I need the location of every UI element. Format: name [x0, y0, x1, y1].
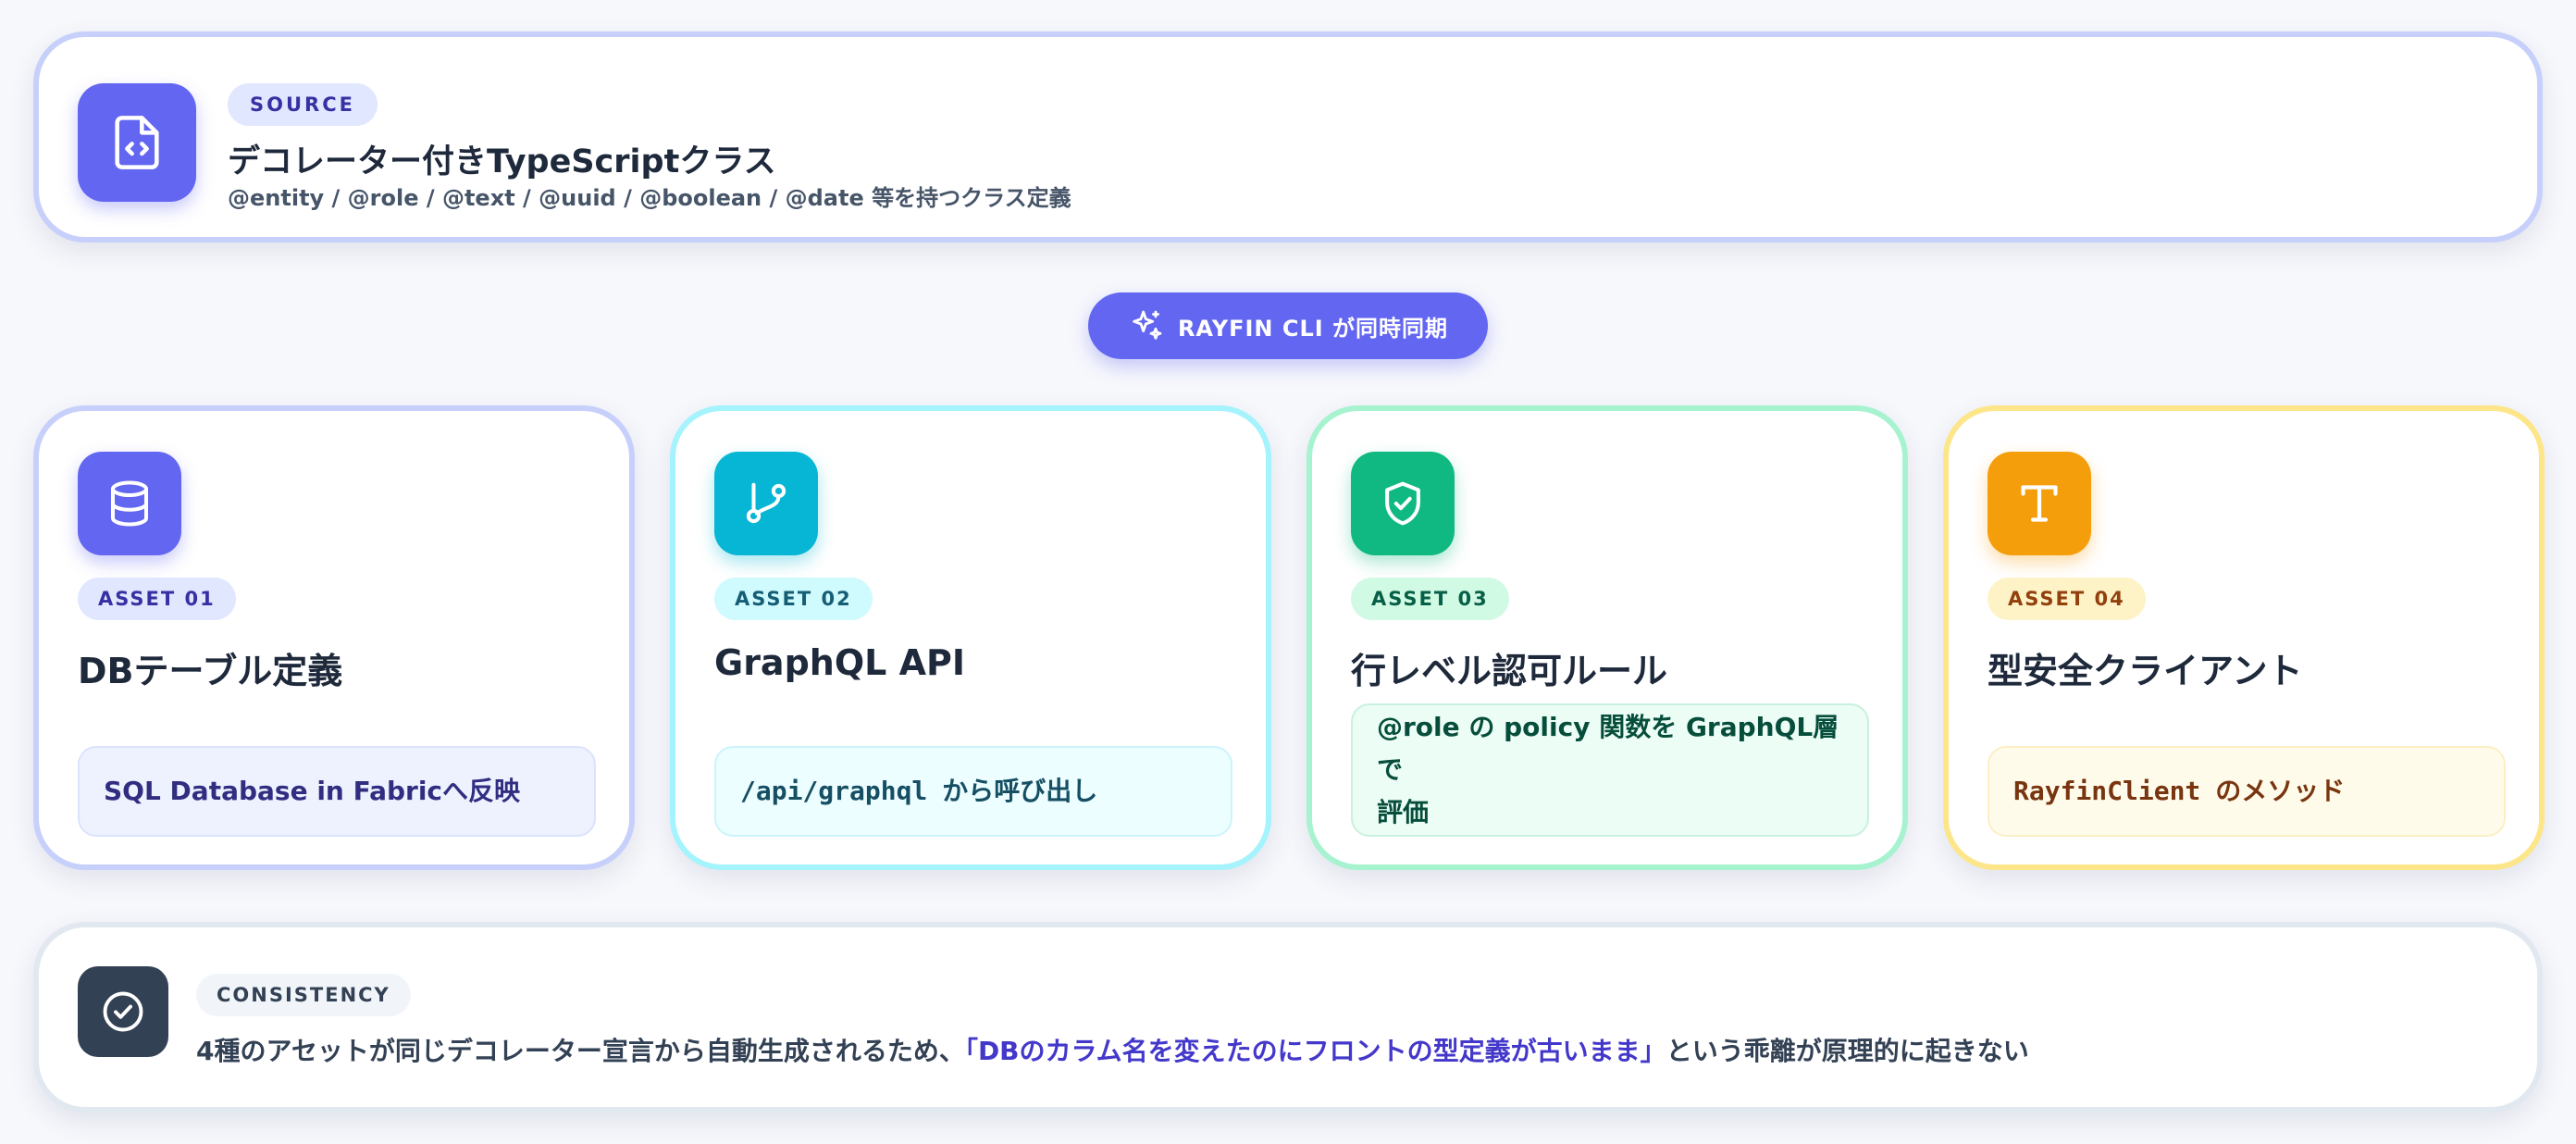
asset-detail-text: から呼び出し — [942, 776, 1098, 806]
consistency-text: 4種のアセットが同じデコレーター宣言から自動生成されるため、「DBのカラム名を変… — [196, 1031, 2029, 1068]
sparkles-icon — [1128, 307, 1165, 344]
asset-card-client: ASSET 04 型安全クライアント RayfinClient のメソッド — [1943, 405, 2545, 870]
cli-label: RAYFIN CLI が同時同期 — [1177, 315, 1449, 342]
consistency-text-after: という乖離が原理的に起きない — [1666, 1036, 2029, 1066]
database-icon — [78, 452, 181, 555]
cli-sync-pill: RAYFIN CLI が同時同期 — [1088, 292, 1488, 359]
asset-badge: ASSET 03 — [1351, 578, 1509, 620]
source-title: デコレーター付きTypeScriptクラス — [228, 143, 776, 180]
asset-detail: RayfinClient のメソッド — [1988, 746, 2506, 837]
asset-card-auth: ASSET 03 行レベル認可ルール @role の policy 関数を Gr… — [1307, 405, 1908, 870]
asset-detail-text: のメソッド — [2215, 776, 2346, 806]
consistency-text-before: 4種のアセットが同じデコレーター宣言から自動生成されるため、 — [196, 1036, 965, 1066]
consistency-card: CONSISTENCY 4種のアセットが同じデコレーター宣言から自動生成されるた… — [33, 922, 2543, 1113]
asset-badge: ASSET 01 — [78, 578, 236, 620]
asset-detail-line1: @role の policy 関数を GraphQL層で — [1377, 712, 1839, 785]
asset-title: 型安全クライアント — [1988, 651, 2303, 691]
asset-card-graphql: ASSET 02 GraphQL API /api/graphql から呼び出し — [670, 405, 1271, 870]
shield-check-icon — [1351, 452, 1455, 555]
asset-detail: /api/graphql から呼び出し — [714, 746, 1232, 837]
git-branch-icon — [714, 452, 818, 555]
asset-title: GraphQL API — [714, 642, 965, 683]
asset-detail-code: RayfinClient — [2013, 776, 2201, 806]
asset-title: DBテーブル定義 — [78, 651, 343, 691]
type-icon — [1988, 452, 2091, 555]
asset-title: 行レベル認可ルール — [1351, 651, 1668, 691]
file-code-icon — [78, 83, 196, 202]
asset-detail-line2: 評価 — [1377, 797, 1430, 827]
asset-detail-text: SQL Database in Fabricへ反映 — [104, 776, 521, 806]
check-circle-icon — [78, 966, 168, 1057]
asset-detail: SQL Database in Fabricへ反映 — [78, 746, 596, 837]
asset-detail: @role の policy 関数を GraphQL層で 評価 — [1351, 703, 1869, 837]
consistency-badge: CONSISTENCY — [196, 974, 411, 1016]
consistency-text-highlight: 「DBのカラム名を変えたのにフロントの型定義が古いまま」 — [964, 1036, 1666, 1066]
asset-card-db: ASSET 01 DBテーブル定義 SQL Database in Fabric… — [33, 405, 635, 870]
source-subtitle: @entity / @role / @text / @uuid / @boole… — [228, 185, 1071, 211]
asset-badge: ASSET 02 — [714, 578, 873, 620]
asset-badge: ASSET 04 — [1988, 578, 2146, 620]
source-card: SOURCE デコレーター付きTypeScriptクラス @entity / @… — [33, 31, 2543, 242]
asset-detail-code: /api/graphql — [740, 776, 928, 806]
source-badge: SOURCE — [228, 83, 378, 126]
